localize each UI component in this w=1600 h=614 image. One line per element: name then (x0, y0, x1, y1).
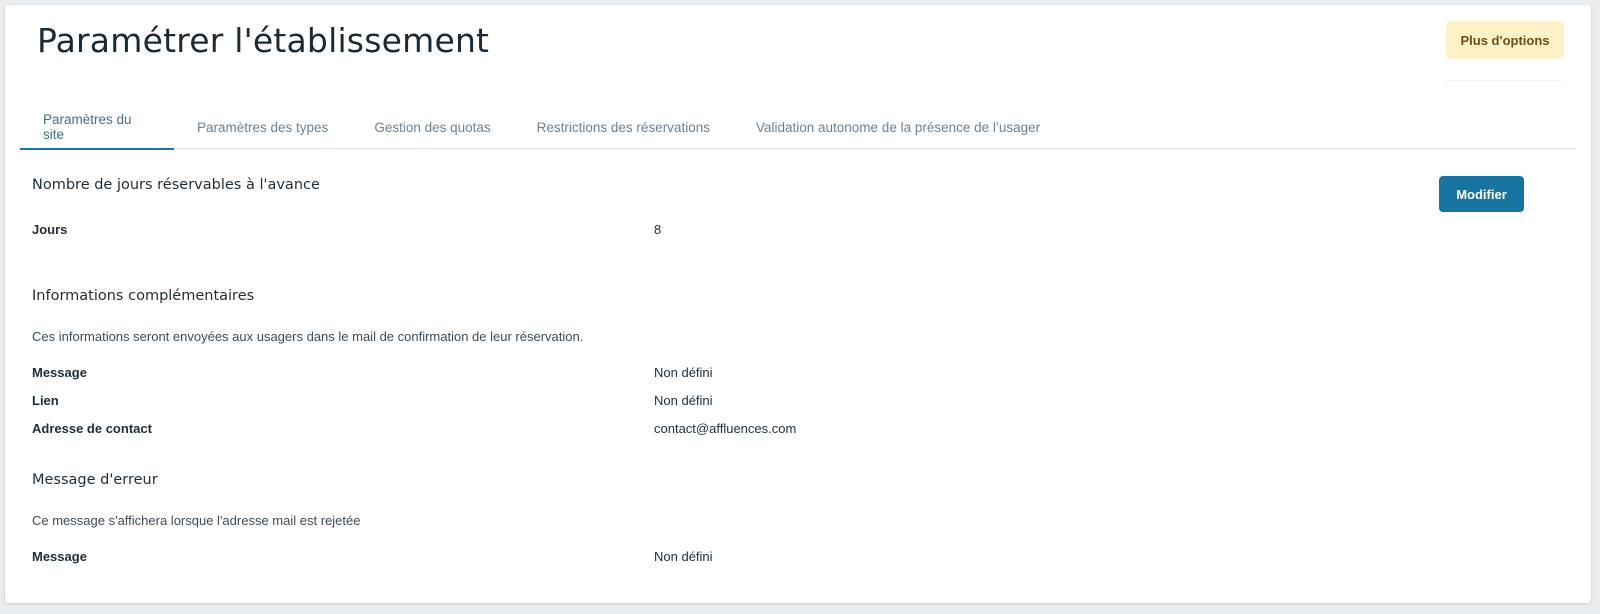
row-value-contact: contact@affluences.com (654, 421, 797, 436)
row-label-contact: Adresse de contact (32, 421, 152, 436)
row-value-link: Non défini (654, 393, 713, 408)
tab-type-settings[interactable]: Paramètres des types (174, 105, 351, 149)
row-label-days: Jours (32, 222, 68, 237)
section-title-error-message: Message d'erreur (32, 472, 158, 488)
row-label-link: Lien (32, 393, 59, 408)
row-value-message: Non défini (654, 365, 713, 380)
more-options-divider (1446, 59, 1564, 81)
tab-booking-restrictions[interactable]: Restrictions des réservations (514, 105, 733, 149)
section-title-advance-days: Nombre de jours réservables à l'avance (32, 177, 320, 193)
tab-bar: Paramètres du site Paramètres des types … (20, 105, 1576, 150)
row-value-days: 8 (654, 222, 662, 237)
page-title: Paramétrer l'établissement (37, 21, 490, 60)
settings-card: Paramétrer l'établissement Plus d'option… (5, 5, 1591, 603)
section-description-error-message: Ce message s'affichera lorsque l'adresse… (32, 513, 361, 528)
more-options-button[interactable]: Plus d'options (1446, 21, 1564, 59)
row-label-message: Message (32, 365, 87, 380)
section-description-additional-info: Ces informations seront envoyées aux usa… (32, 329, 584, 344)
row-value-error-message: Non défini (654, 549, 713, 564)
tab-self-validation[interactable]: Validation autonome de la présence de l’… (733, 105, 1063, 149)
tab-site-settings[interactable]: Paramètres du site (20, 105, 174, 150)
tab-quota-management[interactable]: Gestion des quotas (351, 105, 513, 149)
section-title-additional-info: Informations complémentaires (32, 288, 255, 304)
modify-button[interactable]: Modifier (1439, 176, 1524, 212)
row-label-error-message: Message (32, 549, 87, 564)
